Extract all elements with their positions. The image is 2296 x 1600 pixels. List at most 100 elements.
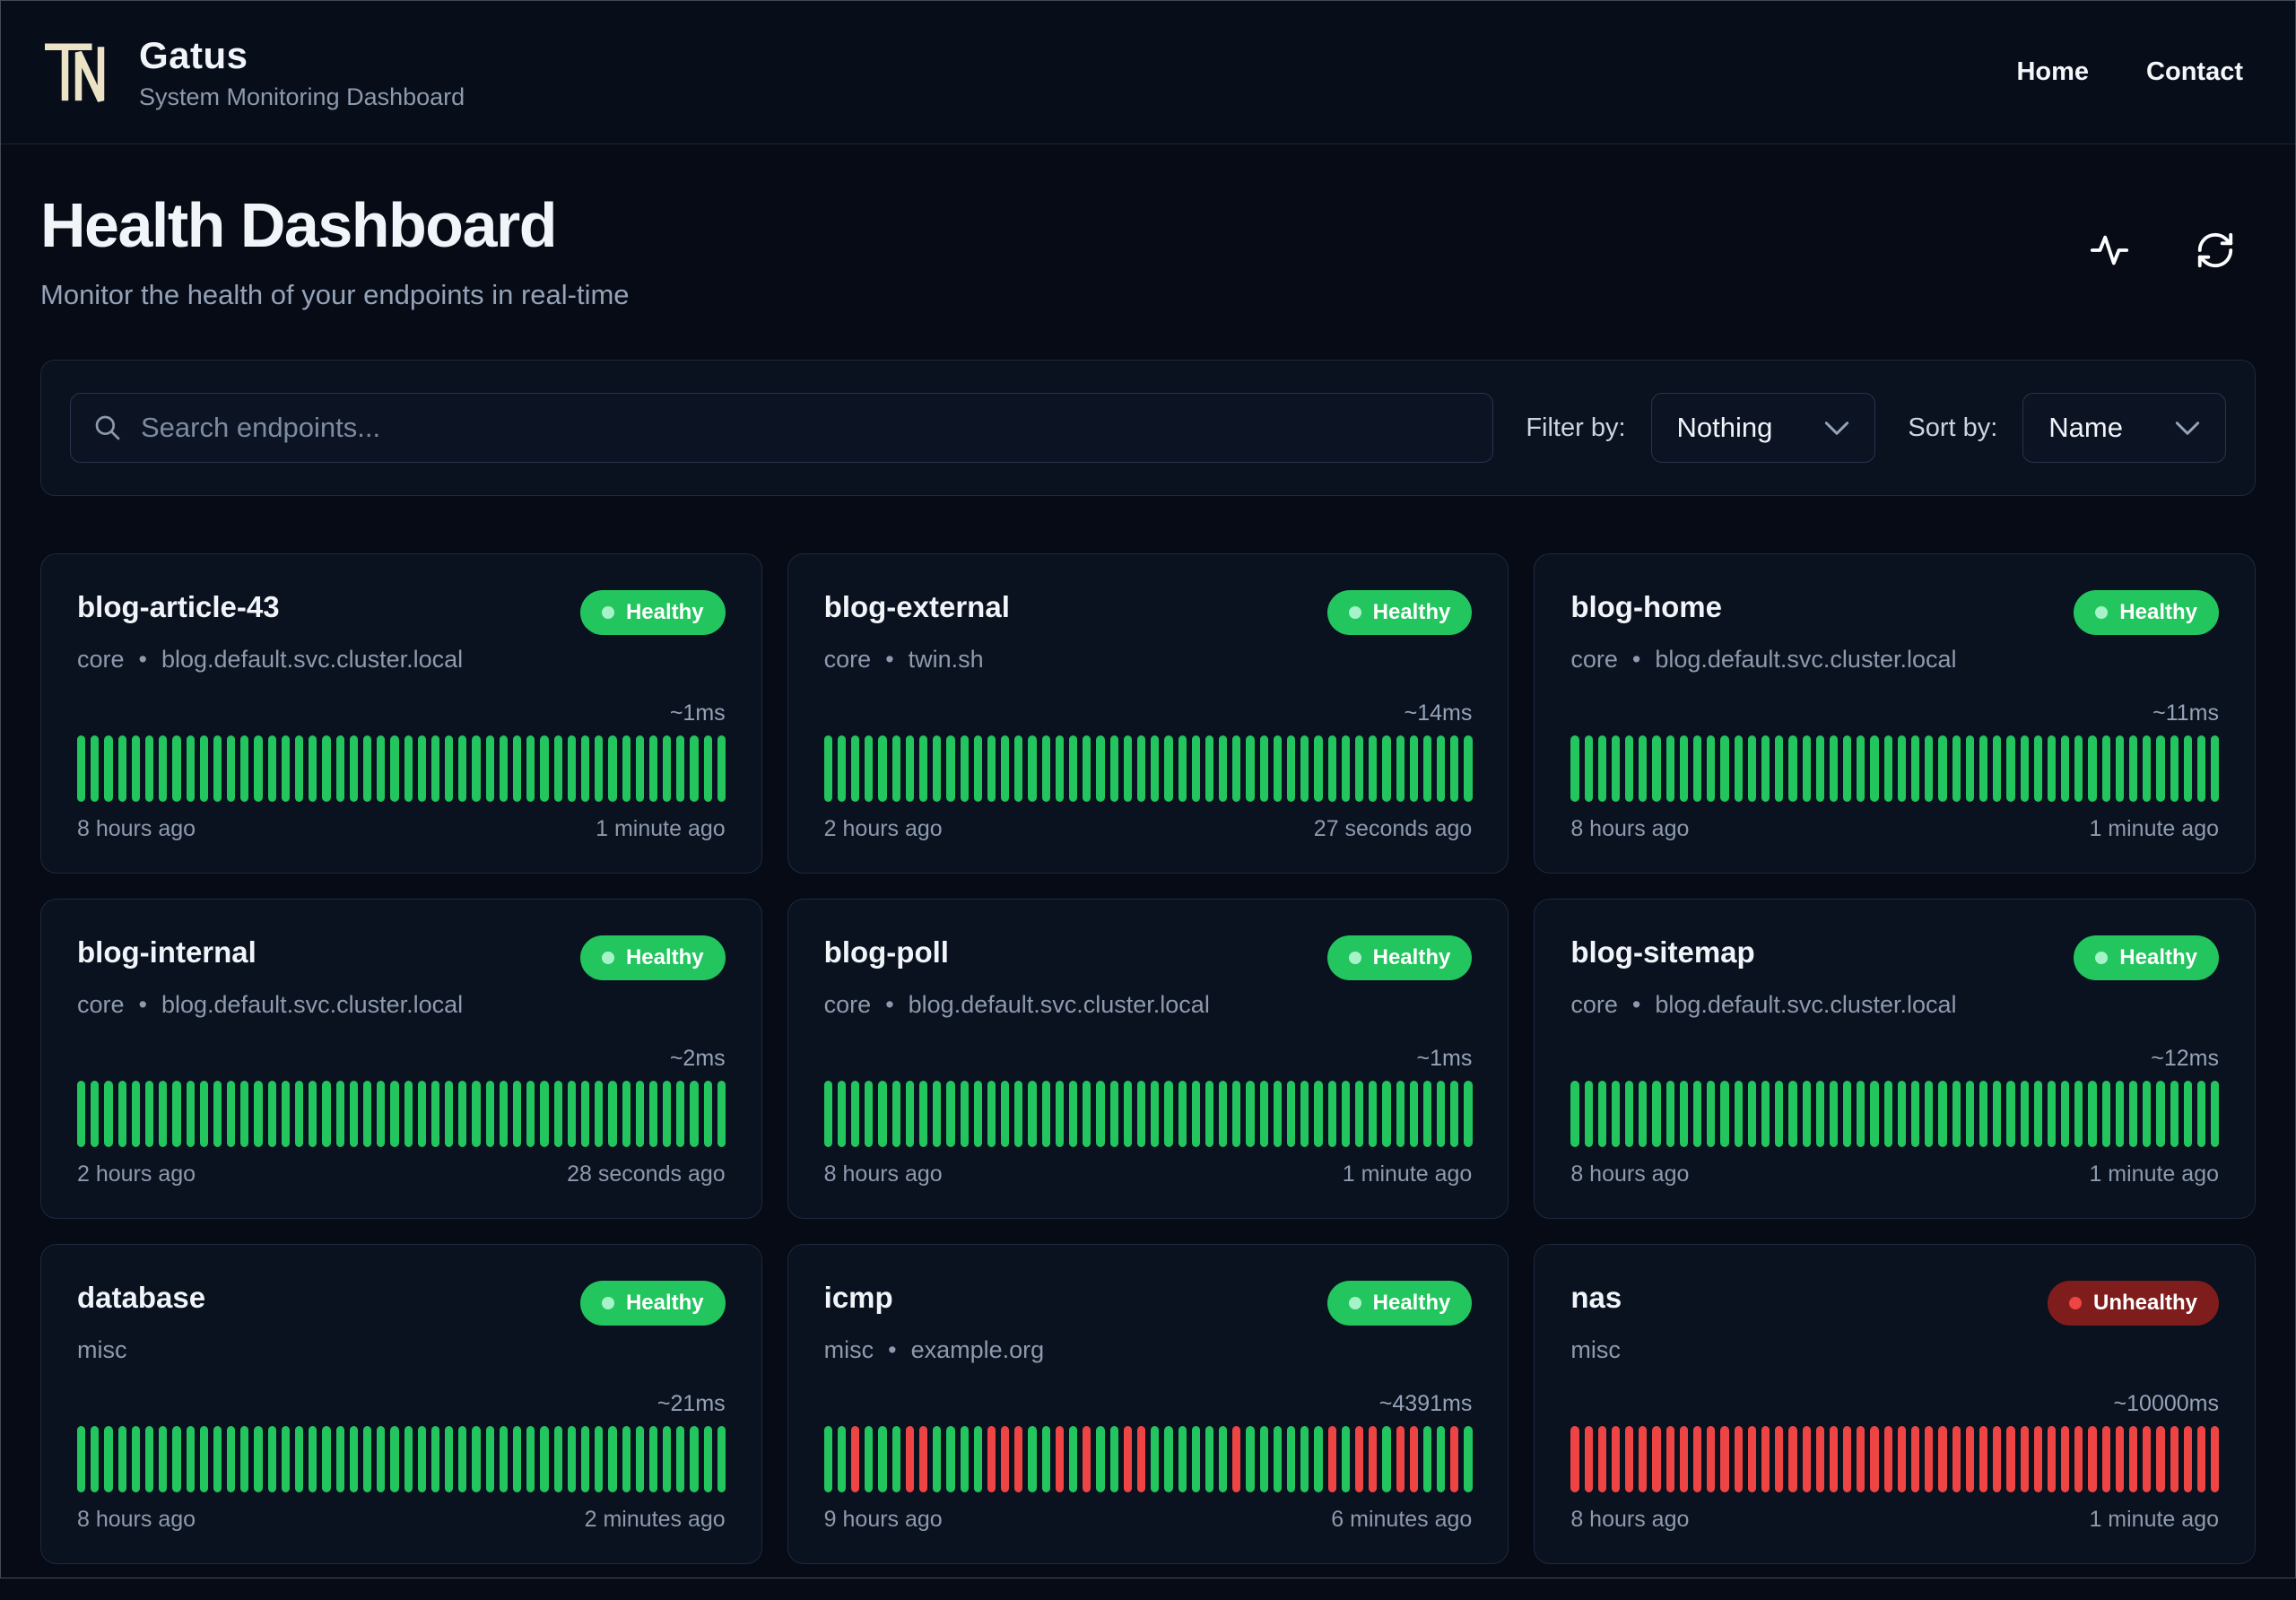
uptime-bar-ok <box>144 1426 154 1492</box>
status-dot-icon <box>2068 1297 2082 1309</box>
nav-home[interactable]: Home <box>2016 57 2089 87</box>
endpoint-card[interactable]: blog-sitemap Healthy core • blog.default… <box>1534 899 2256 1219</box>
uptime-bar-ok <box>240 1081 249 1147</box>
oldest-time: 8 hours ago <box>1570 816 1690 841</box>
endpoint-card[interactable]: nas Unhealthy misc ~10000ms 8 hours ago … <box>1534 1244 2256 1564</box>
uptime-bar-ok <box>648 1426 658 1492</box>
uptime-bar-ok <box>1164 735 1173 802</box>
brand: Gatus System Monitoring Dashboard <box>40 34 465 111</box>
uptime-bar-ok <box>1028 1081 1037 1147</box>
uptime-bar-ok <box>335 1426 344 1492</box>
search-input[interactable] <box>70 393 1494 463</box>
meta-separator: • <box>888 1336 897 1363</box>
uptime-bar-ok <box>117 1426 126 1492</box>
uptime-bar-fail <box>1829 1426 1839 1492</box>
nav-contact[interactable]: Contact <box>2146 57 2243 87</box>
uptime-bar-ok <box>690 735 699 802</box>
uptime-bar-ok <box>1055 1081 1065 1147</box>
uptime-bar-ok <box>159 1081 168 1147</box>
uptime-bar-ok <box>2074 735 2083 802</box>
uptime-bar-fail <box>918 1426 928 1492</box>
status-label: Healthy <box>1372 600 1451 624</box>
uptime-bar-ok <box>1069 735 1078 802</box>
uptime-bar-ok <box>2211 1081 2220 1147</box>
latency-label: ~4391ms <box>1378 1391 1473 1416</box>
uptime-bar-ok <box>567 735 576 802</box>
uptime-bar-ok <box>1979 735 1988 802</box>
endpoint-card[interactable]: database Healthy misc ~21ms 8 hours ago … <box>40 1244 762 1564</box>
uptime-bar-ok <box>1205 735 1214 802</box>
gatus-logo-icon <box>40 37 112 109</box>
uptime-bar-ok <box>186 735 195 802</box>
latency-label: ~21ms <box>657 1391 726 1416</box>
uptime-bar-ok <box>445 1426 454 1492</box>
uptime-bar-ok <box>159 735 168 802</box>
uptime-bar-ok <box>2101 1081 2110 1147</box>
endpoint-card[interactable]: blog-external Healthy core • twin.sh ~14… <box>787 553 1509 874</box>
uptime-bar-ok <box>144 735 154 802</box>
uptime-bar-ok <box>1096 735 1105 802</box>
endpoint-card[interactable]: blog-poll Healthy core • blog.default.sv… <box>787 899 1509 1219</box>
uptime-bar-ok <box>676 1426 685 1492</box>
uptime-bar-ok <box>1897 735 1907 802</box>
uptime-bar-ok <box>1396 1081 1405 1147</box>
latency-label: ~2ms <box>669 1046 726 1071</box>
refresh-icon[interactable] <box>2195 230 2236 271</box>
uptime-bar-ok <box>1014 1081 1023 1147</box>
uptime-bar-ok <box>77 1081 86 1147</box>
uptime-bar-ok <box>960 1426 969 1492</box>
uptime-bar-ok <box>485 1426 494 1492</box>
uptime-bar-ok <box>295 1426 304 1492</box>
uptime-bar-ok <box>322 1081 331 1147</box>
uptime-bar-ok <box>1679 1081 1689 1147</box>
oldest-time: 8 hours ago <box>1570 1507 1690 1532</box>
uptime-bar-ok <box>1341 735 1350 802</box>
uptime-bar-ok <box>104 1081 113 1147</box>
uptime-bar-ok <box>199 1081 208 1147</box>
uptime-bar-ok <box>499 1426 508 1492</box>
uptime-bar-ok <box>131 1081 140 1147</box>
endpoint-card[interactable]: blog-home Healthy core • blog.default.sv… <box>1534 553 2256 874</box>
uptime-bar-ok <box>472 735 481 802</box>
uptime-bar-ok <box>1136 1081 1146 1147</box>
endpoint-name: database <box>77 1281 206 1314</box>
uptime-bar-fail <box>2074 1426 2083 1492</box>
status-label: Healthy <box>625 945 704 970</box>
uptime-bar-ok <box>254 735 263 802</box>
uptime-bar-fail <box>1570 1426 1579 1492</box>
uptime-bar-ok <box>104 735 113 802</box>
activity-icon[interactable] <box>2089 230 2130 271</box>
uptime-bar-ok <box>648 735 658 802</box>
uptime-bars <box>823 1081 1473 1147</box>
endpoint-card[interactable]: icmp Healthy misc • example.org ~4391ms … <box>787 1244 1509 1564</box>
endpoint-name: blog-home <box>1570 590 1722 623</box>
uptime-bar-ok <box>1965 1081 1974 1147</box>
endpoint-card[interactable]: blog-internal Healthy core • blog.defaul… <box>40 899 762 1219</box>
uptime-bar-ok <box>1761 735 1770 802</box>
filter-select[interactable]: Nothing <box>1650 393 1876 463</box>
uptime-bar-ok <box>390 1426 399 1492</box>
uptime-bar-ok <box>349 735 358 802</box>
uptime-bar-ok <box>91 735 100 802</box>
uptime-bar-fail <box>1652 1426 1661 1492</box>
sort-select[interactable]: Name <box>2022 393 2226 463</box>
uptime-bar-ok <box>335 1081 344 1147</box>
endpoint-card[interactable]: blog-article-43 Healthy core • blog.defa… <box>40 553 762 874</box>
uptime-bar-ok <box>1829 735 1839 802</box>
uptime-bar-fail <box>1857 1426 1866 1492</box>
uptime-bar-ok <box>430 1426 440 1492</box>
uptime-bar-ok <box>404 1426 413 1492</box>
uptime-bar-ok <box>1734 735 1743 802</box>
uptime-bar-ok <box>1136 735 1146 802</box>
uptime-bar-ok <box>648 1081 658 1147</box>
uptime-bar-ok <box>2170 735 2179 802</box>
uptime-bar-ok <box>1300 1081 1309 1147</box>
uptime-bar-ok <box>390 735 399 802</box>
uptime-bar-ok <box>458 1426 467 1492</box>
uptime-bar-ok <box>1259 1426 1268 1492</box>
uptime-bar-ok <box>485 735 494 802</box>
uptime-bar-ok <box>377 1426 386 1492</box>
uptime-bar-ok <box>2047 1081 2057 1147</box>
uptime-bar-ok <box>1747 735 1756 802</box>
uptime-bar-ok <box>1354 735 1364 802</box>
